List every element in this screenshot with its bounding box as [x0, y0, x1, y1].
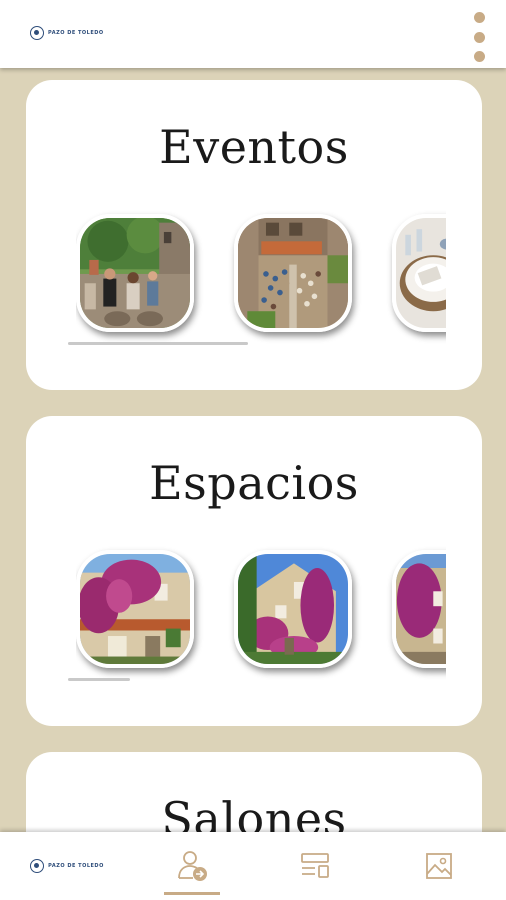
menu-dot-icon	[473, 51, 485, 62]
overflow-menu-button[interactable]	[466, 10, 492, 64]
event-image-table-setting[interactable]	[392, 214, 446, 332]
manor-wall-image	[396, 554, 446, 664]
logo-icon	[30, 26, 44, 40]
nav-gallery-button[interactable]	[376, 832, 502, 900]
events-card: Eventos	[26, 80, 482, 390]
space-image-manor-side[interactable]	[234, 550, 352, 668]
events-carousel[interactable]	[76, 206, 446, 346]
table-setting-image	[396, 218, 446, 328]
user-arrow-icon	[178, 851, 207, 881]
garden-wedding-image	[80, 218, 190, 328]
courtyard-ceremony-image	[238, 218, 348, 328]
events-title: Eventos	[159, 120, 349, 174]
menu-dot-icon	[473, 12, 485, 23]
nav-logo: PAZO DE TOLEDO	[30, 859, 104, 873]
bottom-navigation: PAZO DE TOLEDO	[0, 832, 506, 900]
spaces-scroll-indicator	[68, 678, 130, 681]
nav-profile-button[interactable]	[130, 832, 256, 900]
events-scroll-indicator	[68, 342, 248, 345]
event-image-garden-wedding[interactable]	[76, 214, 194, 332]
spaces-carousel[interactable]	[76, 542, 446, 682]
active-tab-indicator	[164, 892, 220, 895]
manor-side-image	[238, 554, 348, 664]
top-app-bar: PAZO DE TOLEDO	[0, 0, 506, 68]
halls-title: Salones	[161, 792, 347, 832]
layout-list-icon	[301, 853, 329, 878]
logo-icon	[30, 859, 45, 873]
app-logo[interactable]: PAZO DE TOLEDO	[30, 26, 104, 40]
manor-front-image	[80, 554, 190, 664]
nav-logo-text: PAZO DE TOLEDO	[48, 863, 104, 869]
logo-text: PAZO DE TOLEDO	[48, 30, 104, 36]
menu-dot-icon	[473, 31, 485, 43]
space-image-manor-front[interactable]	[76, 550, 194, 668]
spaces-title: Espacios	[149, 456, 359, 510]
halls-card: Salones	[26, 752, 482, 832]
nav-home-button[interactable]: PAZO DE TOLEDO	[4, 832, 130, 900]
spaces-card: Espacios	[26, 416, 482, 726]
content-scroll-area[interactable]: Eventos Espacios Salones	[0, 68, 506, 832]
image-icon	[426, 853, 452, 879]
event-image-courtyard-ceremony[interactable]	[234, 214, 352, 332]
nav-layout-button[interactable]	[252, 832, 378, 900]
space-image-manor-wall[interactable]	[392, 550, 446, 668]
